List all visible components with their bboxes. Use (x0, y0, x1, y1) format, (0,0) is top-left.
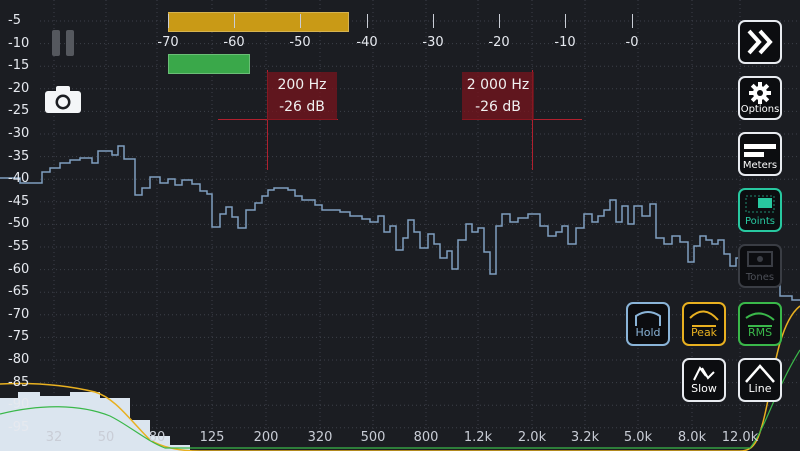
frequency-axis-label: 12.0k (721, 430, 759, 445)
frequency-axis-label: 50 (97, 430, 115, 445)
level-scale-tick (433, 14, 434, 28)
db-axis-label: -70 (8, 306, 30, 322)
peak-label: Peak (690, 326, 718, 339)
level-scale-tick (499, 14, 500, 28)
level-scale-label: -60 (223, 35, 245, 50)
db-axis-label: -20 (8, 80, 30, 96)
level-scale-label: -70 (157, 35, 179, 50)
db-axis-label: -85 (8, 374, 30, 390)
frequency-axis-label: 80 (148, 430, 166, 445)
expand-button[interactable] (738, 20, 782, 64)
db-axis-label: -75 (8, 329, 30, 345)
cursor-readout-200hz[interactable]: 200 Hz -26 dB (267, 72, 337, 120)
double-chevron-right-icon (747, 29, 773, 55)
peak-level-meter (168, 12, 349, 32)
cursor-readout-2000hz[interactable]: 2 000 Hz -26 dB (462, 72, 534, 120)
line-button[interactable]: Line (738, 358, 782, 402)
peak-button[interactable]: Peak (682, 302, 726, 346)
spectrum-plot (0, 0, 800, 451)
frequency-axis-label: 3.2k (570, 430, 600, 445)
db-axis-label: -40 (8, 171, 30, 187)
hold-button[interactable]: Hold (626, 302, 670, 346)
db-axis-label: -50 (8, 216, 30, 232)
frequency-axis-label: 32 (45, 430, 63, 445)
cursor-level: -26 dB (279, 99, 325, 115)
db-axis-label: -90 (8, 397, 30, 413)
level-scale-tick (632, 14, 633, 28)
db-axis-label: -30 (8, 126, 30, 141)
analyzer-screen: -5 -10 -15 -20 -25 -30 -35 -40 -45 -50 -55 -60 -65 -7… (0, 0, 800, 451)
cursor-level: -26 dB (475, 99, 521, 115)
level-scale-label: -20 (488, 35, 510, 50)
level-scale-label: -40 (356, 35, 378, 50)
db-axis-label: -80 (8, 352, 30, 367)
level-scale-tick (565, 14, 566, 28)
level-scale-label: -30 (422, 35, 444, 50)
pause-icon[interactable] (52, 30, 76, 56)
line-label: Line (748, 382, 772, 395)
cursor-freq: 200 Hz (277, 77, 327, 93)
meters-label: Meters (742, 160, 778, 171)
frequency-axis-label: 500 (360, 430, 386, 445)
rms-label: RMS (747, 326, 773, 339)
tones-icon (747, 251, 773, 267)
level-scale-tick (234, 14, 235, 28)
db-axis-label: -45 (8, 193, 30, 209)
frequency-axis-label: 8.0k (677, 430, 707, 445)
db-axis-label: -25 (8, 103, 30, 119)
db-axis-label: -15 (8, 58, 30, 74)
points-label: Points (744, 216, 776, 227)
camera-icon[interactable] (44, 84, 82, 114)
frequency-axis-label: 200 (253, 430, 279, 445)
level-scale-tick (168, 14, 169, 28)
slow-button[interactable]: Slow (682, 358, 726, 402)
tones-label: Tones (745, 272, 775, 283)
options-button[interactable]: Options (738, 76, 782, 120)
db-axis-label: -55 (8, 239, 30, 254)
level-scale-tick (300, 14, 301, 28)
level-scale-label: -0 (625, 35, 639, 50)
rms-level-meter (168, 54, 250, 74)
spectrum-line (0, 145, 800, 301)
options-label: Options (740, 104, 780, 115)
frequency-axis-label: 800 (413, 430, 439, 445)
level-scale-label: -10 (554, 35, 576, 50)
db-axis-label: -65 (8, 284, 30, 300)
grid-points-icon (745, 195, 775, 213)
frequency-axis-label: 1.2k (463, 430, 493, 445)
slow-label: Slow (691, 382, 717, 395)
frequency-axis-label: 2.0k (517, 430, 547, 445)
db-axis-label: -60 (8, 261, 30, 277)
level-scale-label: -50 (289, 35, 311, 50)
db-axis-label: -10 (8, 35, 30, 51)
frequency-axis-label: 125 (199, 430, 225, 445)
db-axis-label: -95 (8, 419, 30, 435)
frequency-axis-label: 5.0k (623, 430, 653, 445)
db-axis-label: -35 (8, 148, 30, 164)
tones-button[interactable]: Tones (738, 244, 782, 288)
frequency-axis-label: 320 (307, 430, 333, 445)
points-button[interactable]: Points (738, 188, 782, 232)
meters-button[interactable]: Meters (738, 132, 782, 176)
hold-label: Hold (635, 326, 661, 339)
cursor-freq: 2 000 Hz (466, 77, 530, 93)
rms-button[interactable]: RMS (738, 302, 782, 346)
db-axis-label: -5 (8, 13, 21, 28)
level-scale-tick (367, 14, 368, 28)
